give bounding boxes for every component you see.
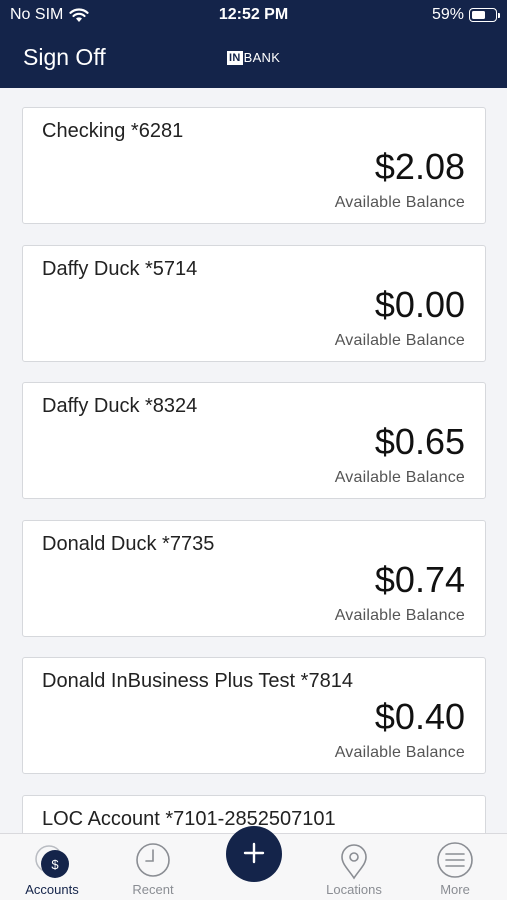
tab-more[interactable]: More	[405, 834, 505, 900]
account-balance: $0.74	[374, 559, 465, 600]
svg-text:$: $	[51, 857, 59, 872]
battery-icon	[469, 8, 500, 22]
menu-icon	[435, 842, 475, 887]
tab-label: Recent	[132, 882, 174, 897]
account-name: Checking *6281	[42, 120, 184, 142]
map-pin-icon	[334, 842, 374, 887]
account-balance: $0.65	[374, 421, 465, 462]
status-time: 12:52 PM	[218, 6, 289, 23]
battery-level	[472, 11, 485, 19]
sign-off-button[interactable]: Sign Off	[23, 44, 106, 71]
balance-label: Available Balance	[334, 744, 465, 761]
tab-label: More	[440, 882, 470, 897]
account-balance: $0.40	[374, 696, 465, 737]
account-name: Donald Duck *7735	[42, 533, 215, 555]
tab-accounts[interactable]: $ Accounts	[2, 834, 102, 900]
account-name: Daffy Duck *8324	[42, 395, 198, 417]
balance-label: Available Balance	[334, 332, 465, 349]
account-balance: $0.00	[374, 284, 465, 325]
balance-label: Available Balance	[334, 194, 465, 211]
accounts-list[interactable]: Checking *6281 $2.08 Available Balance D…	[0, 88, 507, 833]
balance-label: Available Balance	[334, 469, 465, 486]
account-card[interactable]: Donald InBusiness Plus Test *7814 $0.40 …	[22, 657, 486, 774]
account-name: LOC Account *7101-2852507101	[42, 808, 336, 830]
plus-icon	[242, 841, 266, 868]
account-name: Donald InBusiness Plus Test *7814	[42, 670, 353, 692]
dollar-circle-icon: $	[32, 842, 72, 887]
account-card[interactable]: Checking *6281 $2.08 Available Balance	[22, 107, 486, 224]
account-balance: $2.08	[374, 146, 465, 187]
account-card[interactable]: Daffy Duck *8324 $0.65 Available Balance	[22, 382, 486, 499]
balance-label: Available Balance	[334, 607, 465, 624]
clock-icon	[133, 842, 173, 887]
account-name: Daffy Duck *5714	[42, 258, 198, 280]
tab-label: Locations	[326, 882, 382, 897]
battery-status: 59%	[431, 6, 500, 24]
status-bar: No SIM 12:52 PM 59%	[0, 0, 507, 32]
tab-locations[interactable]: Locations	[304, 834, 404, 900]
battery-percent: 59%	[431, 6, 464, 23]
logo-mark: IN	[227, 50, 243, 65]
tab-recent[interactable]: Recent	[103, 834, 203, 900]
logo-text: BANK	[243, 50, 281, 65]
bank-logo: IN BANK	[227, 50, 280, 65]
app-header: No SIM 12:52 PM 59% Sign Off IN BANK	[0, 0, 507, 88]
add-button[interactable]	[226, 826, 282, 882]
tab-label: Accounts	[25, 882, 79, 897]
account-card[interactable]: Daffy Duck *5714 $0.00 Available Balance	[22, 245, 486, 362]
account-card[interactable]: Donald Duck *7735 $0.74 Available Balanc…	[22, 520, 486, 637]
